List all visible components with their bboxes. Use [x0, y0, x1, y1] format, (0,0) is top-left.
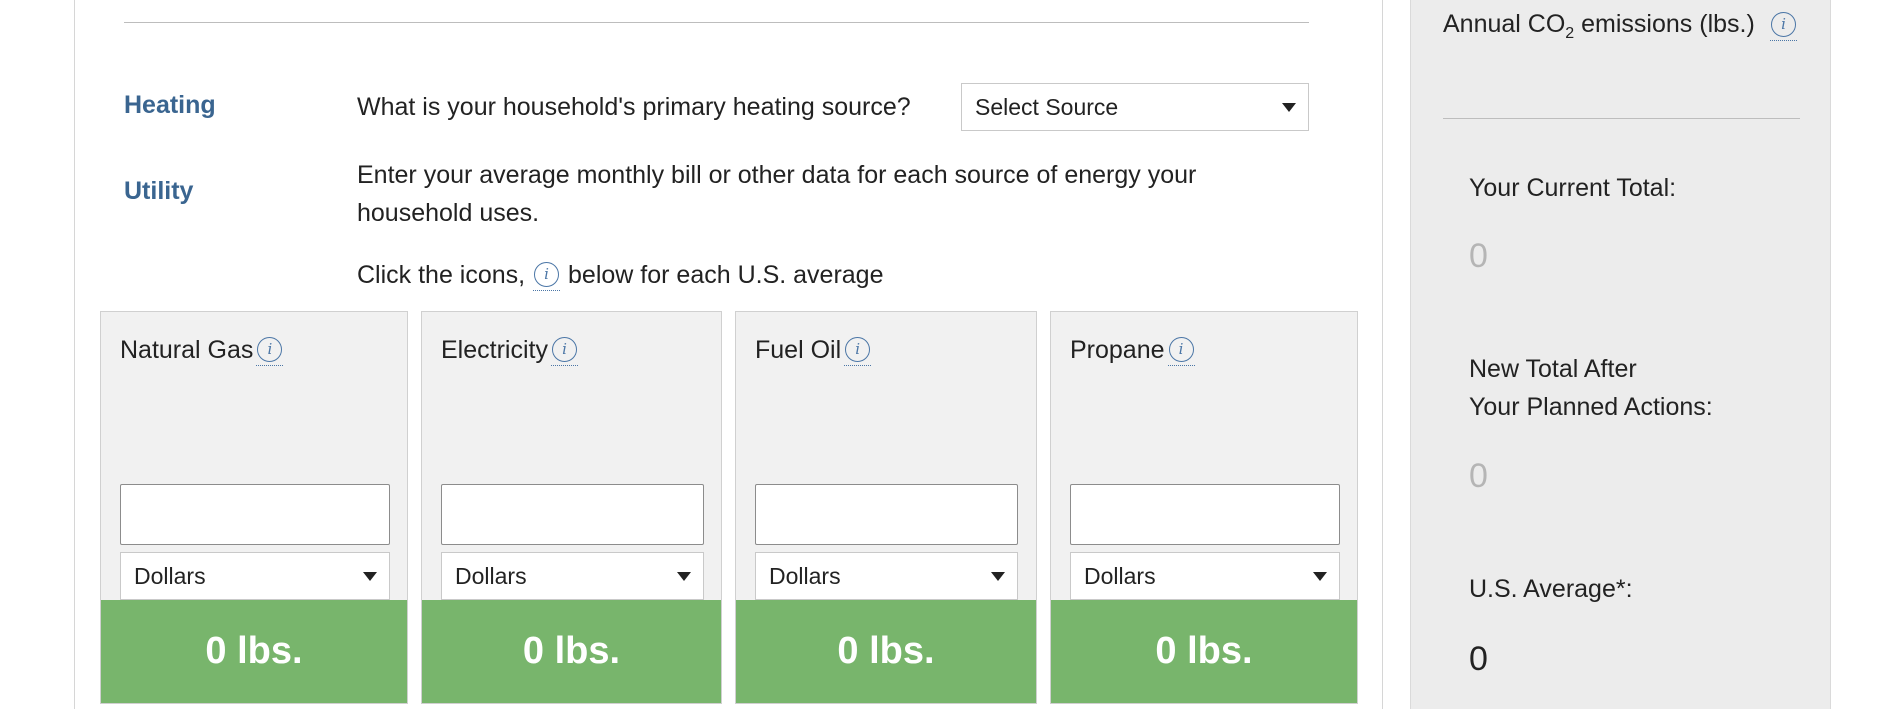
- info-icon[interactable]: i: [550, 336, 578, 366]
- electricity-total: 0 lbs.: [422, 600, 721, 703]
- us-average-label: U.S. Average*:: [1469, 575, 1633, 603]
- heating-source-select-value: Select Source: [975, 93, 1119, 120]
- card-title-text: Propane: [1070, 336, 1165, 364]
- fuel-oil-unit-select[interactable]: Dollars: [755, 552, 1018, 600]
- info-icon[interactable]: i: [844, 336, 872, 366]
- natural-gas-unit-select[interactable]: Dollars: [120, 552, 390, 600]
- unit-select-value: Dollars: [134, 562, 206, 589]
- new-total-label-line2: Your Planned Actions:: [1469, 393, 1713, 421]
- current-total-label: Your Current Total:: [1469, 174, 1677, 202]
- chevron-down-icon: [1313, 572, 1327, 581]
- heating-source-select[interactable]: Select Source: [961, 83, 1309, 131]
- card-title-text: Fuel Oil: [755, 336, 842, 364]
- card-fuel-oil: Fuel Oil i Dollars 0 lbs.: [735, 311, 1037, 704]
- heating-label: Heating: [124, 91, 216, 119]
- calculator-page: Heating What is your household's primary…: [0, 0, 1901, 709]
- section-divider: [124, 22, 1309, 23]
- sidebar-divider: [1443, 118, 1800, 119]
- card-title: Fuel Oil i: [755, 336, 872, 366]
- info-icon[interactable]: i: [256, 336, 284, 366]
- card-title-text: Electricity: [441, 336, 548, 364]
- chevron-down-icon: [1282, 103, 1296, 112]
- new-total-label-line1: New Total After: [1469, 355, 1637, 383]
- natural-gas-amount-input[interactable]: [120, 484, 390, 545]
- electricity-amount-input[interactable]: [441, 484, 704, 545]
- current-total-value: 0: [1469, 237, 1488, 275]
- chevron-down-icon: [677, 572, 691, 581]
- utility-instructions: Enter your average monthly bill or other…: [357, 161, 1197, 227]
- emissions-sidebar: Annual CO2 emissions (lbs.) i Your Curre…: [1410, 0, 1831, 709]
- fuel-oil-amount-input[interactable]: [755, 484, 1018, 545]
- sidebar-title-subscript: 2: [1565, 25, 1575, 42]
- propane-total: 0 lbs.: [1051, 600, 1357, 703]
- card-title: Electricity i: [441, 336, 578, 366]
- chevron-down-icon: [363, 572, 377, 581]
- sidebar-title-prefix: Annual CO: [1443, 10, 1566, 38]
- main-panel-right-border: [1382, 0, 1383, 709]
- heating-question: What is your household's primary heating…: [357, 93, 911, 121]
- natural-gas-total: 0 lbs.: [101, 600, 407, 703]
- unit-select-value: Dollars: [1084, 562, 1156, 589]
- utility-hint: Click the icons, i below for each U.S. a…: [357, 256, 884, 294]
- info-icon[interactable]: i: [1770, 12, 1797, 41]
- card-title-text: Natural Gas: [120, 336, 254, 364]
- unit-select-value: Dollars: [769, 562, 841, 589]
- utility-hint-before: Click the icons,: [357, 261, 526, 289]
- chevron-down-icon: [991, 572, 1005, 581]
- card-natural-gas: Natural Gas i Dollars 0 lbs.: [100, 311, 408, 704]
- info-icon[interactable]: i: [1167, 336, 1195, 366]
- propane-unit-select[interactable]: Dollars: [1070, 552, 1340, 600]
- fuel-oil-total: 0 lbs.: [736, 600, 1036, 703]
- card-propane: Propane i Dollars 0 lbs.: [1050, 311, 1358, 704]
- electricity-unit-select[interactable]: Dollars: [441, 552, 704, 600]
- sidebar-title: Annual CO2 emissions (lbs.): [1443, 10, 1755, 43]
- card-title: Propane i: [1070, 336, 1195, 366]
- unit-select-value: Dollars: [455, 562, 527, 589]
- us-average-value: 0: [1469, 640, 1488, 678]
- info-icon: i: [533, 261, 561, 291]
- propane-amount-input[interactable]: [1070, 484, 1340, 545]
- sidebar-title-suffix: emissions (lbs.): [1574, 10, 1755, 38]
- card-title: Natural Gas i: [120, 336, 284, 366]
- utility-hint-after: below for each U.S. average: [568, 261, 884, 289]
- new-total-value: 0: [1469, 457, 1488, 495]
- utility-label: Utility: [124, 177, 194, 205]
- main-panel-left-border: [74, 0, 75, 709]
- card-electricity: Electricity i Dollars 0 lbs.: [421, 311, 722, 704]
